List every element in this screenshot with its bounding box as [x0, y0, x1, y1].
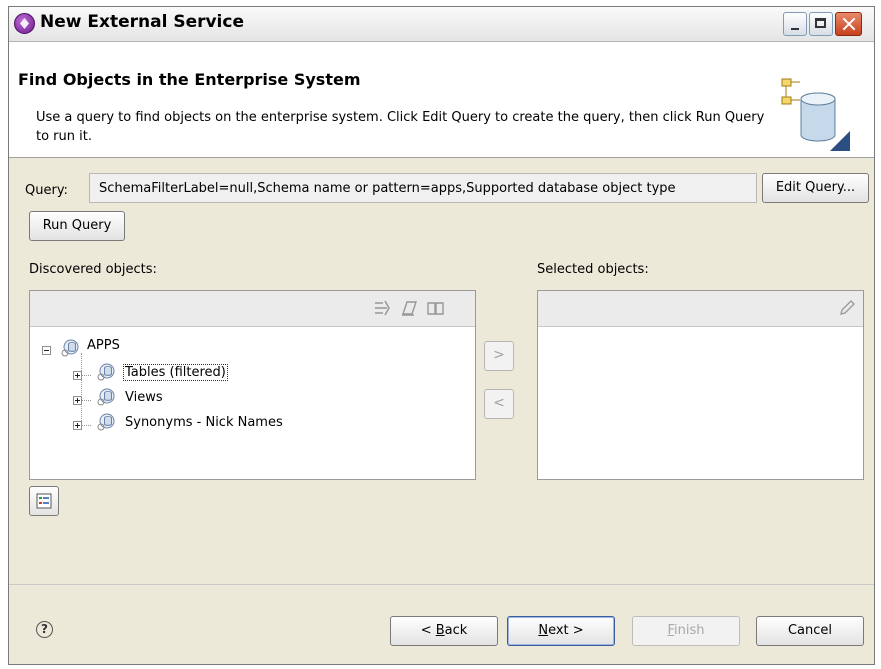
tree-guide-line	[81, 400, 91, 401]
maximize-button[interactable]	[809, 12, 833, 36]
back-label-rest: ack	[444, 623, 468, 638]
query-label: Query:	[25, 183, 68, 198]
database-icon	[97, 413, 115, 431]
add-to-selected-button[interactable]: >	[484, 341, 514, 371]
minimize-button[interactable]	[783, 12, 807, 36]
collapse-apps-toggle[interactable]	[42, 346, 51, 355]
finish-label-rest: inish	[674, 623, 705, 638]
back-mnemonic: B	[435, 623, 445, 638]
footer-separator	[9, 584, 874, 585]
edit-properties-icon[interactable]	[400, 300, 418, 316]
properties-button[interactable]	[29, 486, 59, 516]
tree-node-views[interactable]: Views	[125, 388, 163, 408]
close-button[interactable]	[835, 12, 862, 36]
expand-synonyms-toggle[interactable]	[73, 421, 82, 430]
next-mnemonic: N	[538, 623, 549, 638]
database-icon	[97, 388, 115, 406]
next-label-rest: ext >	[548, 623, 584, 638]
filter-icon[interactable]	[373, 300, 391, 316]
expand-tables-toggle[interactable]	[73, 371, 82, 380]
dialog-window: New External Service Find Objects in the…	[8, 6, 875, 665]
window-title: New External Service	[40, 12, 244, 32]
database-tree-icon	[781, 78, 850, 151]
wizard-banner: Find Objects in the Enterprise System Us…	[9, 42, 874, 158]
tree-node-tables[interactable]: Tables (filtered)	[123, 363, 228, 383]
title-bar[interactable]: New External Service	[9, 7, 874, 42]
selected-toolbar	[538, 291, 863, 327]
cancel-button[interactable]: Cancel	[756, 616, 864, 646]
properties-list-icon	[36, 493, 52, 509]
selected-objects-panel[interactable]	[537, 290, 864, 480]
next-button[interactable]: Next >	[507, 616, 615, 646]
remove-from-selected-button[interactable]: <	[484, 389, 514, 419]
database-icon	[97, 363, 115, 381]
app-icon	[14, 13, 35, 34]
query-field[interactable]: SchemaFilterLabel=null,Schema name or pa…	[89, 173, 757, 203]
database-icon	[61, 339, 79, 357]
page-title: Find Objects in the Enterprise System	[18, 70, 361, 89]
selected-objects-label: Selected objects:	[537, 262, 649, 277]
discovered-objects-label: Discovered objects:	[29, 262, 157, 277]
back-button[interactable]: < Back	[390, 616, 498, 646]
page-description: Use a query to find objects on the enter…	[36, 110, 765, 144]
book-icon[interactable]	[427, 300, 445, 316]
back-prefix: <	[420, 623, 436, 638]
tree-guide-line	[81, 375, 91, 376]
finish-button[interactable]: Finish	[632, 616, 740, 646]
discovered-objects-panel: APPS Tables (filtered) Views Synonyms - …	[29, 290, 476, 480]
edit-query-button[interactable]: Edit Query...	[762, 173, 869, 203]
run-query-button[interactable]: Run Query	[29, 211, 125, 241]
tree-node-label: Tables (filtered)	[123, 364, 228, 381]
help-icon[interactable]: ?	[36, 621, 53, 638]
tree-guide-line	[81, 425, 91, 426]
expand-views-toggle[interactable]	[73, 396, 82, 405]
tree-node-synonyms[interactable]: Synonyms - Nick Names	[125, 413, 283, 433]
discovered-toolbar	[30, 291, 475, 327]
tree-node-apps[interactable]: APPS	[87, 336, 120, 356]
tree-guide-line	[81, 353, 82, 427]
pencil-icon[interactable]	[838, 300, 856, 316]
